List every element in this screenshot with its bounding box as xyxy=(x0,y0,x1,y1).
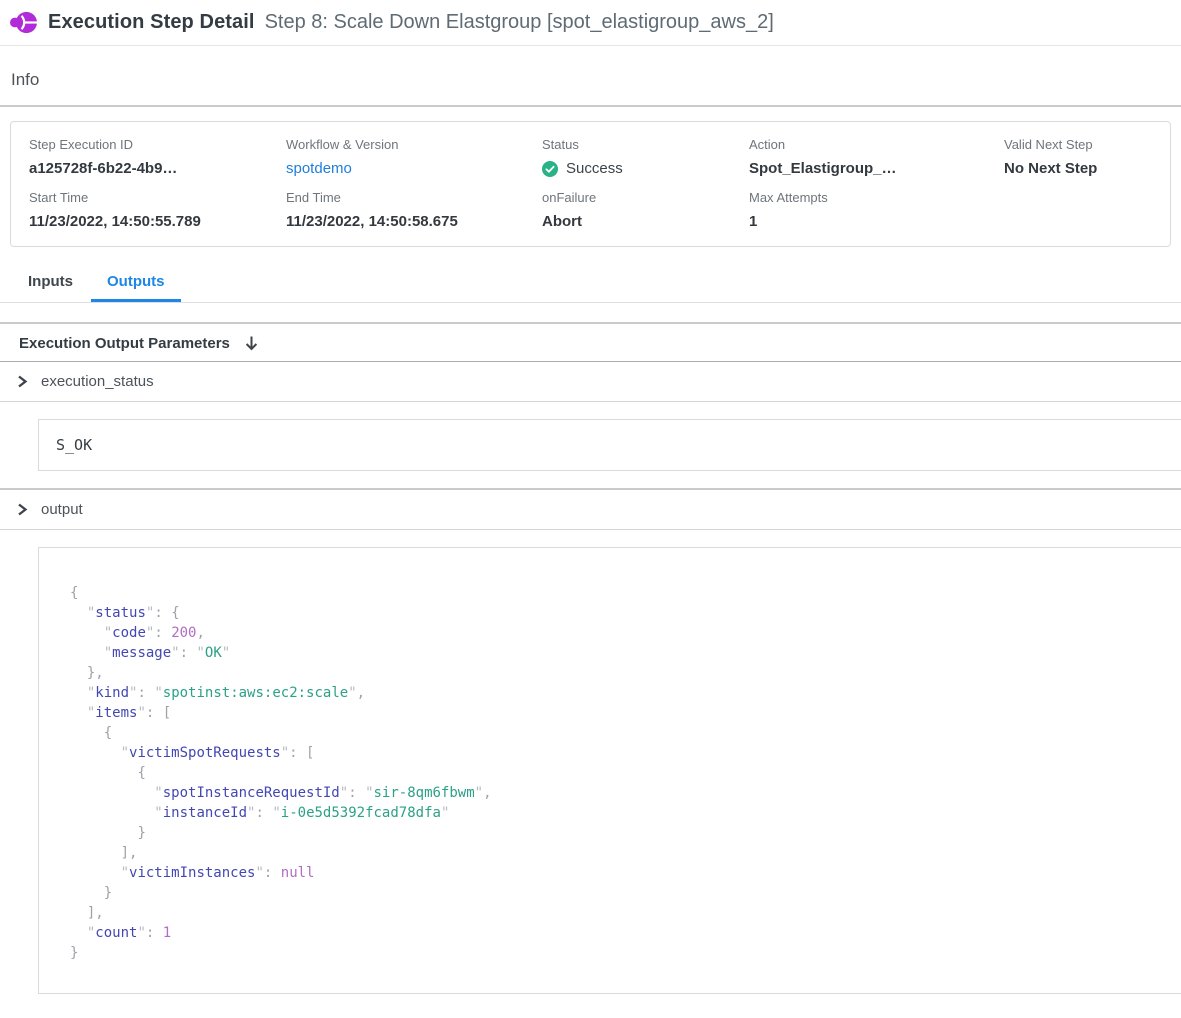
status-badge: Success xyxy=(542,160,749,177)
field-max-attempts: Max Attempts 1 xyxy=(749,190,1004,230)
field-value: No Next Step xyxy=(1004,160,1170,177)
param-name: execution_status xyxy=(41,373,154,390)
field-label: Start Time xyxy=(29,190,286,205)
chevron-right-icon xyxy=(17,503,28,516)
execution-status-value-box: S_OK xyxy=(38,419,1181,471)
output-json-code: { "status": { "code": 200, "message": "O… xyxy=(70,583,1181,963)
field-value: 1 xyxy=(749,213,1004,230)
field-end-time: End Time 11/23/2022, 14:50:58.675 xyxy=(286,190,542,230)
field-label: Status xyxy=(542,137,749,152)
field-workflow-version: Workflow & Version spotdemo xyxy=(286,137,542,177)
execution-output-parameters-title: Execution Output Parameters xyxy=(19,335,230,352)
tab-outputs[interactable]: Outputs xyxy=(91,262,181,302)
field-label: Workflow & Version xyxy=(286,137,542,152)
workflow-link[interactable]: spotdemo xyxy=(286,160,542,177)
execution-output-parameters-header: Execution Output Parameters xyxy=(0,324,1181,362)
field-value: Spot_Elastigroup_… xyxy=(749,160,1004,177)
field-step-execution-id: Step Execution ID a125728f-6b22-4b9… xyxy=(29,137,286,177)
status-text: Success xyxy=(566,160,623,177)
field-label: Action xyxy=(749,137,1004,152)
field-label: Max Attempts xyxy=(749,190,1004,205)
app-logo-icon xyxy=(10,9,37,36)
info-section-heading: Info xyxy=(11,70,1181,90)
chevron-right-icon xyxy=(17,375,28,388)
field-label: onFailure xyxy=(542,190,749,205)
field-empty xyxy=(1004,190,1170,230)
page-header: Execution Step Detail Step 8: Scale Down… xyxy=(0,0,1181,46)
field-label: End Time xyxy=(286,190,542,205)
info-divider xyxy=(0,105,1181,107)
page-title: Execution Step Detail xyxy=(48,11,255,34)
output-json-box: { "status": { "code": 200, "message": "O… xyxy=(38,547,1181,994)
field-start-time: Start Time 11/23/2022, 14:50:55.789 xyxy=(29,190,286,230)
field-action: Action Spot_Elastigroup_… xyxy=(749,137,1004,177)
field-label: Step Execution ID xyxy=(29,137,286,152)
field-value: a125728f-6b22-4b9… xyxy=(29,160,286,177)
collapse-all-arrow-down-icon[interactable] xyxy=(244,335,259,352)
field-onfailure: onFailure Abort xyxy=(542,190,749,230)
param-row-execution-status[interactable]: execution_status xyxy=(0,362,1181,402)
tab-inputs[interactable]: Inputs xyxy=(12,262,89,302)
field-label: Valid Next Step xyxy=(1004,137,1170,152)
success-check-icon xyxy=(542,161,558,177)
page-subtitle: Step 8: Scale Down Elastgroup [spot_elas… xyxy=(265,11,774,34)
param-name: output xyxy=(41,501,83,518)
execution-info-card: Step Execution ID a125728f-6b22-4b9… Wor… xyxy=(10,121,1171,247)
execution-status-value: S_OK xyxy=(56,436,92,454)
field-value: 11/23/2022, 14:50:58.675 xyxy=(286,213,542,230)
io-tab-bar: Inputs Outputs xyxy=(0,262,1181,303)
param-row-output[interactable]: output xyxy=(0,490,1181,530)
field-value: 11/23/2022, 14:50:55.789 xyxy=(29,213,286,230)
field-status: Status Success xyxy=(542,137,749,177)
field-value: Abort xyxy=(542,213,749,230)
field-valid-next-step: Valid Next Step No Next Step xyxy=(1004,137,1170,177)
execution-step-detail-page: { "colors": { "logo_purple": "#b12bd9", … xyxy=(0,0,1181,1018)
